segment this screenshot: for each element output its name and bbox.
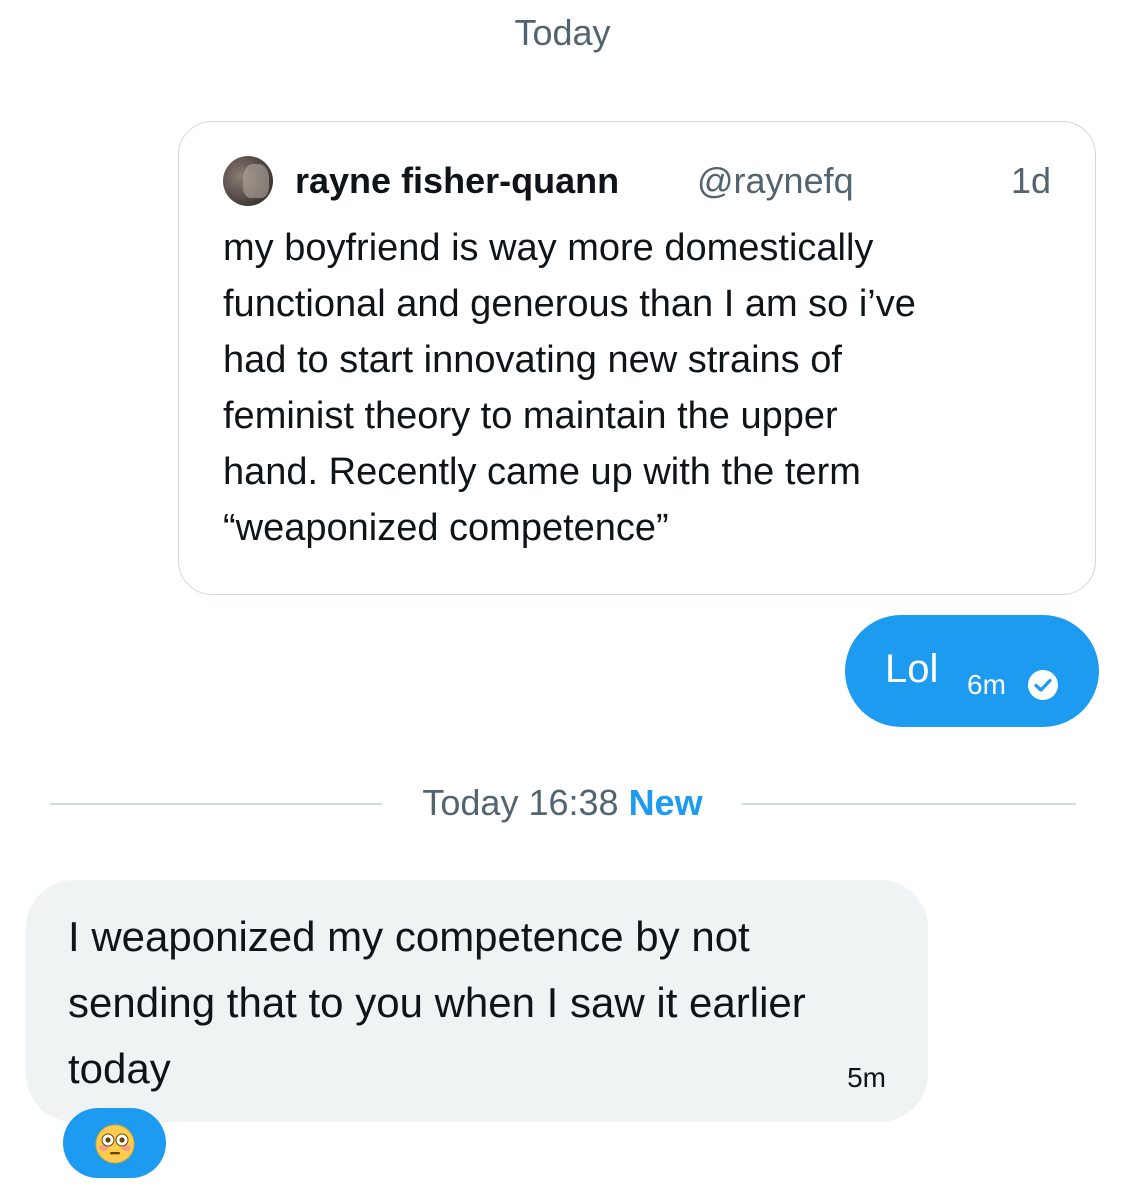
- author-handle[interactable]: @raynefq: [697, 160, 854, 202]
- tweet-text: my boyfriend is way more domestically fu…: [223, 220, 1063, 556]
- new-messages-divider: Today 16:38 New: [0, 782, 1125, 828]
- sent-message-text: Lol: [885, 647, 939, 691]
- tweet-text-line: my boyfriend is way more domestically: [223, 227, 874, 269]
- author-avatar[interactable]: [223, 156, 273, 206]
- divider-timestamp: Today 16:38: [422, 782, 619, 823]
- date-header: Today: [514, 12, 611, 53]
- received-message-bubble[interactable]: I weaponized my competence by not sendin…: [26, 880, 928, 1122]
- reaction-badge[interactable]: [63, 1108, 166, 1178]
- message-text-line: I weaponized my competence by not: [68, 913, 750, 960]
- sent-message-time: 6m: [967, 669, 1006, 700]
- divider-label: Today 16:38 New: [0, 782, 1125, 824]
- tweet-text-line: “weaponized competence”: [223, 507, 669, 549]
- message-text-line: sending that to you when I saw it earlie…: [68, 979, 806, 1026]
- received-message-text: I weaponized my competence by not sendin…: [68, 904, 898, 1102]
- tweet-age: 1d: [1010, 160, 1051, 201]
- received-message-time: 5m: [847, 1062, 886, 1093]
- quoted-tweet-card[interactable]: rayne fisher-quann @raynefq 1d my boyfri…: [178, 121, 1096, 595]
- tweet-text-line: had to start innovating new strains of: [223, 339, 842, 381]
- message-text-line: today: [68, 1045, 171, 1092]
- author-name[interactable]: rayne fisher-quann: [295, 160, 619, 202]
- tweet-text-line: hand. Recently came up with the term: [223, 451, 861, 493]
- tweet-text-line: feminist theory to maintain the upper: [223, 395, 838, 437]
- seen-check-icon: [1028, 670, 1058, 700]
- flushed-face-emoji-icon: [95, 1124, 135, 1164]
- new-badge: New: [628, 782, 703, 823]
- sent-message-bubble[interactable]: Lol 6m: [845, 615, 1099, 727]
- tweet-text-line: functional and generous than I am so i’v…: [223, 283, 916, 325]
